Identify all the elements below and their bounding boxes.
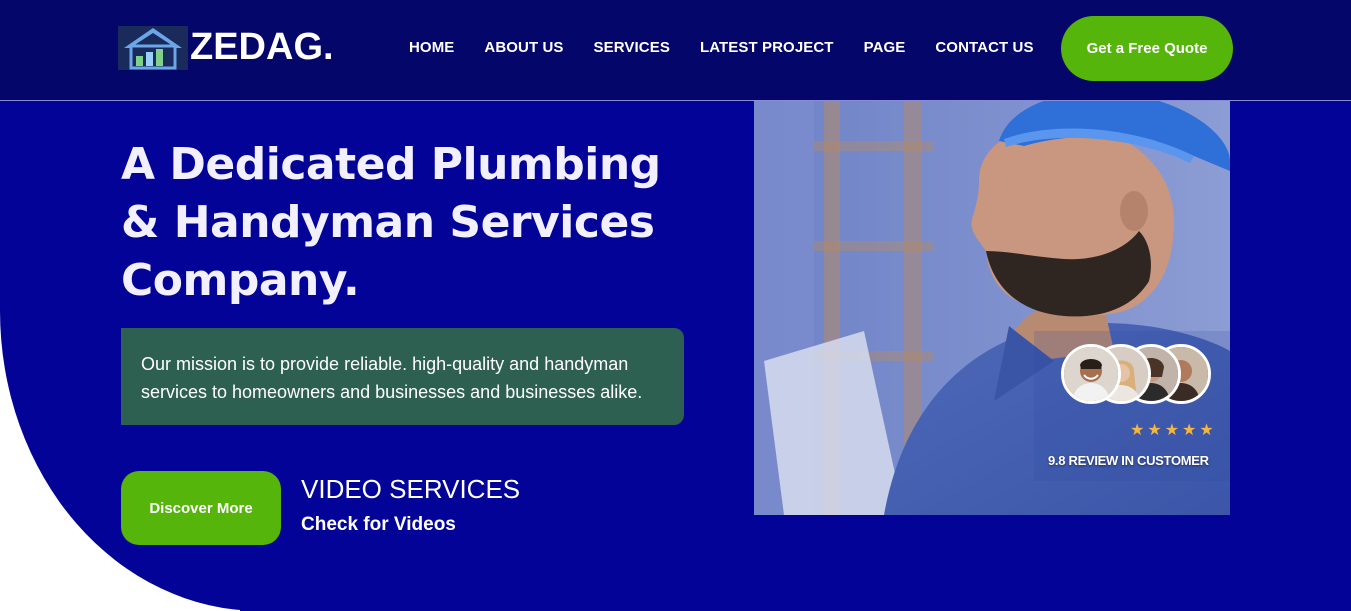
nav-item-services[interactable]: SERVICES <box>594 39 670 56</box>
customer-avatars <box>1061 344 1211 404</box>
headline-line-1: A Dedicated Plumbing <box>121 139 661 190</box>
site-header: ZEDAG. HOME ABOUT US SERVICES LATEST PRO… <box>0 0 1351 101</box>
mission-text: Our mission is to provide reliable. high… <box>141 354 643 402</box>
get-quote-button[interactable]: Get a Free Quote <box>1061 16 1233 81</box>
page: ZEDAG. HOME ABOUT US SERVICES LATEST PRO… <box>0 0 1351 611</box>
logo[interactable]: ZEDAG. <box>118 24 334 70</box>
main-nav: HOME ABOUT US SERVICES LATEST PROJECT PA… <box>409 39 1064 56</box>
brand-name: ZEDAG. <box>190 25 334 68</box>
review-text: 9.8 REVIEW IN CUSTOMER <box>1048 453 1209 468</box>
video-services-link[interactable]: VIDEO SERVICES <box>301 474 520 505</box>
rating-stars: ★★★★★ <box>1130 422 1217 439</box>
check-videos-link[interactable]: Check for Videos <box>301 514 456 536</box>
hero-photo: ★★★★★ 9.8 REVIEW IN CUSTOMER <box>754 101 1230 515</box>
headline-line-3: Company. <box>121 255 360 306</box>
house-chart-icon <box>118 24 188 70</box>
mission-box: Our mission is to provide reliable. high… <box>121 328 684 425</box>
hero-headline: A Dedicated Plumbing & Handyman Services… <box>121 136 681 310</box>
nav-item-contact-us[interactable]: CONTACT US <box>935 39 1033 56</box>
nav-item-page[interactable]: PAGE <box>864 39 906 56</box>
nav-item-about-us[interactable]: ABOUT US <box>484 39 563 56</box>
nav-item-home[interactable]: HOME <box>409 39 454 56</box>
discover-more-button[interactable]: Discover More <box>121 471 281 545</box>
headline-line-2: & Handyman Services <box>121 197 655 248</box>
nav-item-latest-project[interactable]: LATEST PROJECT <box>700 39 834 56</box>
avatar <box>1061 344 1121 404</box>
